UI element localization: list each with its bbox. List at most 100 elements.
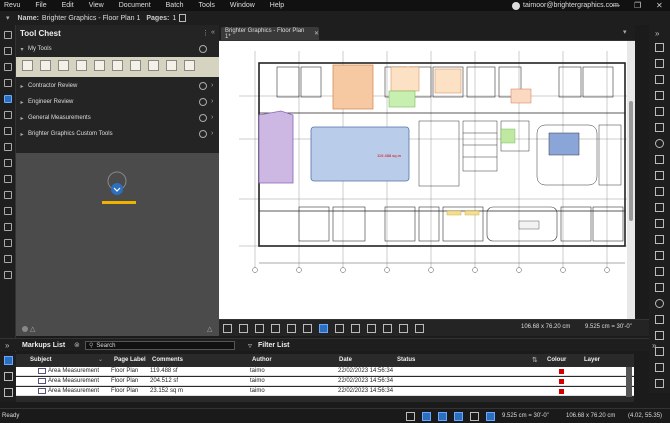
reuse-icon[interactable] [470,412,479,421]
collapse-panel-icon[interactable]: « [211,29,215,36]
tool-5-icon[interactable] [94,60,105,71]
column-comments[interactable]: Comments [152,354,183,365]
gear-icon[interactable] [199,82,207,90]
links-icon[interactable] [4,175,12,183]
chevron-right-icon[interactable]: › [211,114,213,121]
column-colour[interactable]: Colour [547,354,566,365]
filter-icon[interactable]: ▿ [248,341,252,350]
expand-icon[interactable]: » [652,341,656,350]
forms-icon[interactable] [4,255,12,263]
tool-2-icon[interactable] [40,60,51,71]
select-text-icon[interactable] [351,324,360,333]
table-row[interactable]: Area Measurement Floor Plan 119.488 sf t… [16,367,634,376]
column-settings-icon[interactable]: ⇅ [532,356,538,364]
summary-icon[interactable] [4,372,13,381]
tool-4-icon[interactable] [76,60,87,71]
search-input[interactable]: Search [96,343,115,349]
chevron-right-icon[interactable]: › [211,130,213,137]
perimeter-icon[interactable] [655,203,664,212]
spaces-icon[interactable] [4,223,12,231]
studio-icon[interactable] [4,159,12,167]
highlight-icon[interactable] [655,267,664,276]
scrollbar-thumb[interactable] [629,101,633,221]
select-pointer-icon[interactable] [335,324,344,333]
filter-list-label[interactable]: Filter List [258,342,290,349]
bookmarks-icon[interactable] [4,47,12,55]
snap-grid-icon[interactable] [422,412,431,421]
line-icon[interactable] [655,59,664,68]
column-status[interactable]: Status [397,354,415,365]
fit-page-icon[interactable] [383,324,392,333]
vertical-scrollbar[interactable] [627,41,635,319]
measurements-icon[interactable] [4,127,12,135]
export-icon[interactable] [4,388,13,397]
grid-icon[interactable] [406,412,415,421]
expand-panel-icon[interactable]: » [655,29,659,38]
page-icon[interactable] [179,14,187,22]
tool-7-icon[interactable] [130,60,141,71]
column-author[interactable]: Author [252,354,272,365]
document-name[interactable]: Brighter Graphics - Floor Plan 1 [42,15,140,22]
tool-10-icon[interactable] [184,60,195,71]
eraser-icon[interactable] [655,315,664,324]
area-icon[interactable] [655,187,664,196]
column-layer[interactable]: Layer [584,354,600,365]
tool-3-icon[interactable] [58,60,69,71]
gear-icon[interactable] [199,45,207,53]
restore-icon[interactable]: ❐ [634,0,641,11]
split-horizontal-icon[interactable] [255,324,264,333]
attachments-icon[interactable] [4,271,12,279]
sets-icon[interactable] [4,239,12,247]
list-view-icon[interactable] [4,356,13,365]
markups-icon[interactable] [4,111,12,119]
menu-revu[interactable]: Revu [4,2,20,9]
drawing-canvas[interactable]: 119.488 sq.m [219,41,635,319]
single-page-icon[interactable] [223,324,232,333]
menu-batch[interactable]: Batch [166,2,184,9]
menu-window[interactable]: Window [230,2,255,9]
rectangle-icon[interactable] [655,123,664,132]
properties-icon[interactable] [4,79,12,87]
callout-icon[interactable] [655,251,664,260]
pan-hand-icon[interactable] [319,324,328,333]
collapse-icon[interactable]: » [5,341,9,350]
scale-readout[interactable]: 9.525 cm = 30'-0" [585,324,632,330]
table-row[interactable]: Area Measurement Floor Plan 23.152 sq m … [16,387,634,396]
image-icon[interactable] [655,331,664,340]
menu-tools[interactable]: Tools [199,2,215,9]
arrow-icon[interactable] [655,75,664,84]
file-access-icon[interactable] [4,191,12,199]
tool-1-icon[interactable] [22,60,33,71]
sort-chevron-icon[interactable]: ⌄ [98,356,103,363]
menu-view[interactable]: View [89,2,104,9]
thumbnails-icon[interactable] [4,31,12,39]
tool-set-engineer-review[interactable]: ▸ Engineer Review [16,95,219,109]
document-tab[interactable]: Brighter Graphics - Floor Plan 1* ✕ [221,27,319,40]
panel-menu-icon[interactable]: ⋮ [202,29,209,37]
fit-width-icon[interactable] [399,324,408,333]
minimize-icon[interactable]: — [612,0,620,11]
sync-icon[interactable] [486,412,495,421]
dimension-icon[interactable] [655,107,664,116]
close-tab-icon[interactable]: ✕ [314,30,319,37]
split-vertical-icon[interactable] [271,324,280,333]
search-panel-icon[interactable] [4,143,12,151]
markups-search[interactable]: ⚲ Search [85,341,235,350]
pen-icon[interactable] [655,43,664,52]
table-row[interactable]: Area Measurement Floor Plan 204.512 sf t… [16,377,634,386]
ellipse-icon[interactable] [655,139,664,148]
chevron-down-icon[interactable]: ▾ [6,14,10,22]
attachment-icon[interactable] [655,363,664,372]
status-scale[interactable]: 9.525 cm = 30'-0" [502,413,549,419]
menu-document[interactable]: Document [119,2,151,9]
menu-file[interactable]: File [35,2,46,9]
gear-icon[interactable] [199,114,207,122]
menu-edit[interactable]: Edit [62,2,74,9]
chevron-right-icon[interactable]: › [211,98,213,105]
continuous-icon[interactable] [239,324,248,333]
count-icon[interactable] [655,299,664,308]
cloud-icon[interactable] [655,171,664,180]
zoom-icon[interactable] [367,324,376,333]
stamp-icon[interactable] [655,283,664,292]
column-subject[interactable]: Subject [30,354,52,365]
